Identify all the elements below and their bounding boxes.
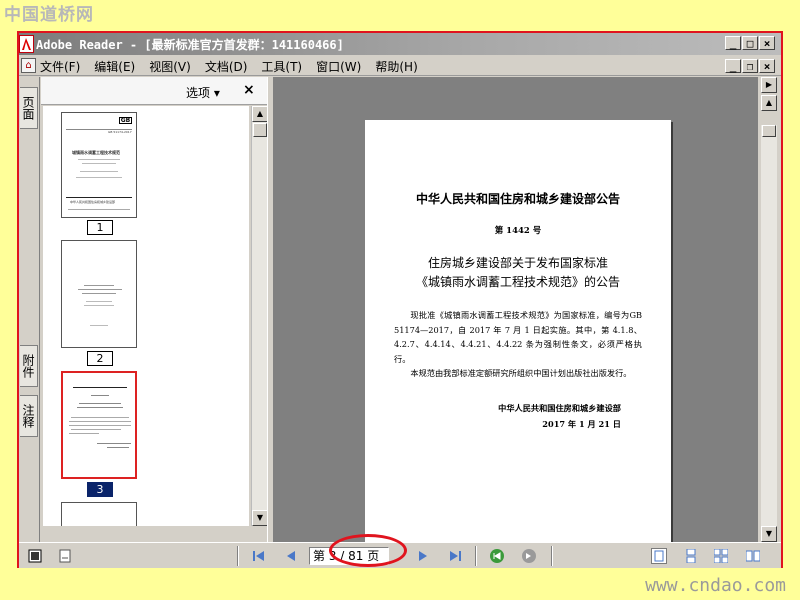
thumbnail-page-1[interactable]: GB GB 51174-2017 城镇雨水调蓄工程技术规范 中华人民共和国住房和…	[61, 112, 137, 218]
title-bar[interactable]: Adobe Reader - [最新标准官方首发群：141160466] _ □…	[19, 33, 781, 55]
site-watermark: 中国道桥网	[4, 5, 94, 25]
close-panel-icon[interactable]: ×	[243, 82, 255, 98]
scroll-thumb[interactable]	[253, 123, 267, 137]
scroll-up-icon[interactable]: ▲	[252, 106, 268, 122]
document-icon[interactable]: ⌂	[21, 58, 36, 73]
menu-window[interactable]: 窗口(W)	[316, 58, 361, 75]
go-forward-icon[interactable]	[521, 548, 537, 564]
menu-bar: ⌂ 文件(F) 编辑(E) 视图(V) 文档(D) 工具(T) 窗口(W) 帮助…	[19, 56, 781, 76]
menu-help[interactable]: 帮助(H)	[375, 58, 417, 75]
doc-paragraph-2: 本规范由我部标准定额研究所组织中国计划出版社出版发行。	[410, 368, 632, 378]
doc-title-line1: 住房城乡建设部关于发布国家标准	[427, 256, 608, 270]
thumbnail-label-selected: 3	[87, 482, 113, 497]
first-page-icon[interactable]	[251, 548, 267, 564]
menu-tools[interactable]: 工具(T)	[261, 58, 302, 75]
minimize-button[interactable]: _	[725, 36, 741, 50]
panel-expand-icon[interactable]: ▶	[761, 77, 777, 93]
doc-minimize-button[interactable]: _	[725, 59, 741, 73]
options-button[interactable]: 选项 ▾	[186, 84, 220, 101]
maximize-button[interactable]: □	[742, 36, 758, 50]
thumbnail-list: GB GB 51174-2017 城镇雨水调蓄工程技术规范 中华人民共和国住房和…	[43, 106, 249, 526]
next-page-icon[interactable]	[415, 548, 431, 564]
doc-signature-date: 2017 年 1 月 21 日	[542, 419, 621, 429]
scroll-down-icon[interactable]: ▼	[761, 526, 777, 542]
go-back-icon[interactable]	[489, 548, 505, 564]
thumbnail-label: 2	[87, 351, 113, 366]
previous-page-icon[interactable]	[283, 548, 299, 564]
page-size-icon[interactable]	[57, 548, 73, 564]
tab-attachments[interactable]: 附件	[20, 345, 38, 387]
thumb1-footer: 中华人民共和国住房和城乡建设部	[70, 200, 116, 204]
menu-document[interactable]: 文档(D)	[205, 58, 248, 75]
gb-logo-icon: GB	[119, 117, 132, 124]
menu-view[interactable]: 视图(V)	[149, 58, 191, 75]
menu-list: 文件(F) 编辑(E) 视图(V) 文档(D) 工具(T) 窗口(W) 帮助(H…	[40, 58, 432, 75]
thumbnail-page-2[interactable]	[61, 240, 137, 348]
thumbnails-scrollbar[interactable]: ▲ ▼	[251, 106, 268, 526]
thumb1-code: GB 51174-2017	[108, 130, 132, 134]
scroll-up-icon[interactable]: ▲	[761, 95, 777, 111]
navigation-tabs: 页面 附件 注释	[19, 77, 40, 542]
menu-file[interactable]: 文件(F)	[40, 58, 80, 75]
panel-splitter[interactable]	[267, 77, 274, 542]
close-button[interactable]: ×	[759, 36, 775, 50]
tab-pages[interactable]: 页面	[20, 87, 38, 129]
thumbnails-header: 选项 ▾ ×	[41, 77, 267, 105]
url-watermark: www.cndao.com	[645, 575, 786, 596]
thumbnail-page-3[interactable]	[61, 371, 137, 479]
continuous-icon[interactable]	[683, 548, 699, 564]
document-view: 中华人民共和国住房和城乡建设部公告 第 1442 号 住房城乡建设部关于发布国家…	[274, 77, 758, 566]
scroll-track[interactable]	[761, 125, 777, 542]
doc-restore-button[interactable]: ❐	[742, 59, 758, 73]
continuous-facing-icon[interactable]	[713, 548, 729, 564]
doc-body: 现批准《城镇雨水调蓄工程技术规范》为国家标准，编号为GB 51174—2017，…	[394, 308, 642, 381]
tab-comments[interactable]: 注释	[20, 395, 38, 437]
doc-number: 第 1442 号	[494, 226, 542, 236]
last-page-icon[interactable]	[447, 548, 463, 564]
thumb1-title: 城镇雨水调蓄工程技术规范	[72, 150, 120, 155]
thumbnail-page-4[interactable]	[61, 502, 137, 526]
highlight-ellipse	[329, 534, 407, 567]
facing-icon[interactable]	[745, 548, 761, 564]
reader-window: Adobe Reader - [最新标准官方首发群：141160466] _ □…	[17, 31, 783, 568]
menu-edit[interactable]: 编辑(E)	[94, 58, 135, 75]
adobe-logo-icon	[19, 35, 34, 53]
single-page-icon[interactable]	[651, 548, 667, 564]
thumbnail-label: 1	[87, 220, 113, 235]
window-title: Adobe Reader - [最新标准官方首发群：141160466]	[36, 38, 344, 52]
doc-signature-org: 中华人民共和国住房和城乡建设部	[498, 403, 621, 413]
thumbnails-toggle-icon[interactable]	[27, 548, 43, 564]
scroll-down-icon[interactable]: ▼	[252, 510, 268, 526]
doc-header: 中华人民共和国住房和城乡建设部公告	[415, 192, 620, 206]
thumbnails-panel: 选项 ▾ × GB GB 51174-2017 城镇雨水调蓄工程技术规范 中华人…	[41, 77, 268, 542]
doc-paragraph-1: 现批准《城镇雨水调蓄工程技术规范》为国家标准，编号为GB 51174—2017，…	[394, 310, 642, 364]
doc-close-button[interactable]: ×	[759, 59, 775, 73]
document-scrollbar[interactable]: ▶ ▲ ▼	[758, 77, 781, 542]
doc-title-line2: 《城镇雨水调蓄工程技术规范》的公告	[415, 275, 620, 289]
document-page: 中华人民共和国住房和城乡建设部公告 第 1442 号 住房城乡建设部关于发布国家…	[365, 120, 671, 566]
scroll-thumb[interactable]	[762, 125, 776, 137]
